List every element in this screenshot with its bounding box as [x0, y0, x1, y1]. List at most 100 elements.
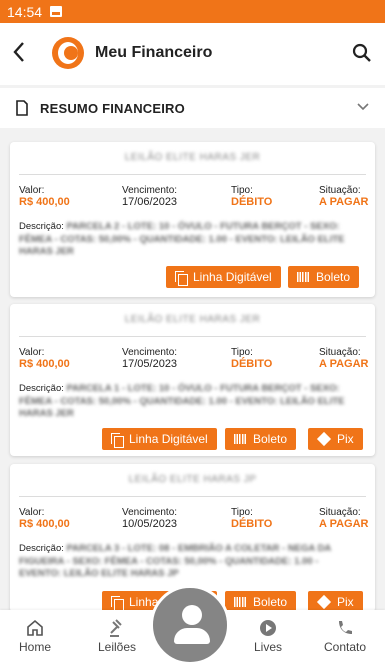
copy-icon — [111, 595, 124, 611]
pix-icon — [317, 595, 331, 609]
gallery-notification-icon — [50, 6, 63, 17]
situacao-label: Situação: — [319, 507, 361, 518]
card-title: LEILÃO ELITE HARAS JER — [124, 314, 261, 325]
description: Descrição: PARCELA 2 - LOTE: 10 - ÓVULO … — [19, 221, 363, 259]
situacao-label: Situação: — [319, 185, 361, 196]
vencimento-value: 17/05/2023 — [122, 358, 178, 370]
vencimento-field: Vencimento: 10/05/2023 — [122, 507, 177, 530]
vencimento-field: Vencimento: 17/06/2023 — [122, 185, 177, 208]
valor-value: R$ 400,00 — [19, 196, 70, 208]
profile-button[interactable] — [150, 585, 230, 662]
page-title: Meu Financeiro — [95, 44, 213, 61]
tipo-label: Tipo: — [231, 185, 253, 196]
nav-contato[interactable]: Contato — [315, 618, 375, 654]
boleto-label: Boleto — [253, 432, 288, 446]
app-bar: Meu Financeiro — [0, 23, 385, 85]
nav-contato-label: Contato — [323, 640, 367, 654]
valor-label: Valor: — [19, 347, 45, 358]
tipo-field: Tipo: DÉBITO — [231, 507, 272, 530]
linha-digitavel-button[interactable]: Linha Digitável — [102, 428, 217, 450]
nav-lives-label: Lives — [253, 640, 282, 654]
boleto-label: Boleto — [253, 595, 288, 609]
pix-label: Pix — [337, 595, 354, 609]
play-circle-icon — [260, 620, 276, 636]
description-label: Descrição: — [19, 543, 64, 554]
tipo-field: Tipo: DÉBITO — [231, 185, 272, 208]
valor-value: R$ 400,00 — [19, 358, 70, 370]
tipo-value: DÉBITO — [231, 196, 273, 208]
situacao-value: A PAGAR — [319, 518, 369, 530]
phone-icon — [339, 621, 352, 634]
app-logo-icon — [52, 37, 84, 69]
valor-label: Valor: — [19, 185, 45, 196]
vencimento-label: Vencimento: — [122, 507, 178, 518]
back-arrow-icon[interactable] — [12, 41, 26, 66]
card-divider — [19, 336, 366, 337]
boleto-button[interactable]: Boleto — [288, 266, 360, 288]
search-icon[interactable] — [351, 42, 373, 64]
financial-summary-header[interactable]: RESUMO FINANCEIRO — [0, 88, 385, 128]
situacao-value: A PAGAR — [319, 196, 369, 208]
payment-card: LEILÃO ELITE HARAS JER Valor: R$ 400,00 … — [10, 304, 375, 456]
valor-field: Valor: R$ 400,00 — [19, 347, 70, 370]
linha-digitavel-label: Linha Digitável — [129, 432, 208, 446]
situacao-label: Situação: — [319, 347, 361, 358]
vencimento-label: Vencimento: — [122, 185, 178, 196]
tipo-label: Tipo: — [231, 347, 253, 358]
situacao-field: Situação: A PAGAR — [319, 507, 369, 530]
gavel-icon — [110, 619, 122, 637]
home-icon — [27, 619, 43, 636]
description: Descrição: PARCELA 3 - LOTE: 08 - EMBRIÃ… — [19, 543, 363, 581]
description-label: Descrição: — [19, 383, 64, 394]
description-text: PARCELA 2 - LOTE: 10 - ÓVULO - FUTURA BE… — [19, 221, 345, 257]
status-time: 14:54 — [7, 3, 43, 20]
nav-home-label: Home — [18, 640, 51, 654]
copy-icon — [111, 432, 124, 448]
description-text: PARCELA 3 - LOTE: 08 - EMBRIÃO A COLETAR… — [19, 543, 331, 579]
vencimento-field: Vencimento: 17/05/2023 — [122, 347, 177, 370]
description-label: Descrição: — [19, 221, 64, 232]
user-icon-body — [174, 628, 210, 644]
nav-leiloes-label: Leilões — [97, 640, 137, 654]
copy-icon — [175, 270, 188, 286]
card-title: LEILÃO ELITE HARAS JP — [128, 474, 257, 485]
nav-home[interactable]: Home — [5, 618, 65, 654]
nav-leiloes[interactable]: Leilões — [87, 618, 147, 654]
tipo-label: Tipo: — [231, 507, 253, 518]
pix-button[interactable]: Pix — [308, 428, 363, 450]
tipo-value: DÉBITO — [231, 518, 273, 530]
valor-label: Valor: — [19, 507, 45, 518]
valor-field: Valor: R$ 400,00 — [19, 185, 70, 208]
barcode-icon — [234, 434, 247, 444]
status-bar: 14:54 — [0, 0, 385, 23]
situacao-field: Situação: A PAGAR — [319, 185, 369, 208]
linha-digitavel-label: Linha Digitável — [193, 270, 272, 284]
situacao-value: A PAGAR — [319, 358, 369, 370]
vencimento-label: Vencimento: — [122, 347, 178, 358]
document-icon — [15, 100, 29, 121]
tipo-field: Tipo: DÉBITO — [231, 347, 272, 370]
vencimento-value: 10/05/2023 — [122, 518, 178, 530]
user-icon — [182, 605, 202, 625]
boleto-label: Boleto — [316, 270, 351, 284]
barcode-icon — [297, 272, 310, 282]
nav-lives[interactable]: Lives — [238, 618, 298, 654]
linha-digitavel-button[interactable]: Linha Digitável — [166, 266, 281, 288]
description-text: PARCELA 1 - LOTE: 10 - ÓVULO - FUTURA BE… — [19, 383, 345, 419]
barcode-icon — [234, 597, 247, 607]
valor-value: R$ 400,00 — [19, 518, 70, 530]
vencimento-value: 17/06/2023 — [122, 196, 178, 208]
tipo-value: DÉBITO — [231, 358, 273, 370]
pix-icon — [317, 432, 331, 446]
chevron-down-icon[interactable] — [356, 100, 370, 119]
situacao-field: Situação: A PAGAR — [319, 347, 369, 370]
description: Descrição: PARCELA 1 - LOTE: 10 - ÓVULO … — [19, 383, 363, 421]
boleto-button[interactable]: Boleto — [225, 428, 297, 450]
pix-label: Pix — [337, 432, 354, 446]
card-title: LEILÃO ELITE HARAS JER — [124, 152, 261, 163]
valor-field: Valor: R$ 400,00 — [19, 507, 70, 530]
payment-card: LEILÃO ELITE HARAS JER Valor: R$ 400,00 … — [10, 142, 375, 297]
card-divider — [19, 174, 366, 175]
section-title: RESUMO FINANCEIRO — [40, 101, 185, 116]
card-divider — [19, 496, 366, 497]
